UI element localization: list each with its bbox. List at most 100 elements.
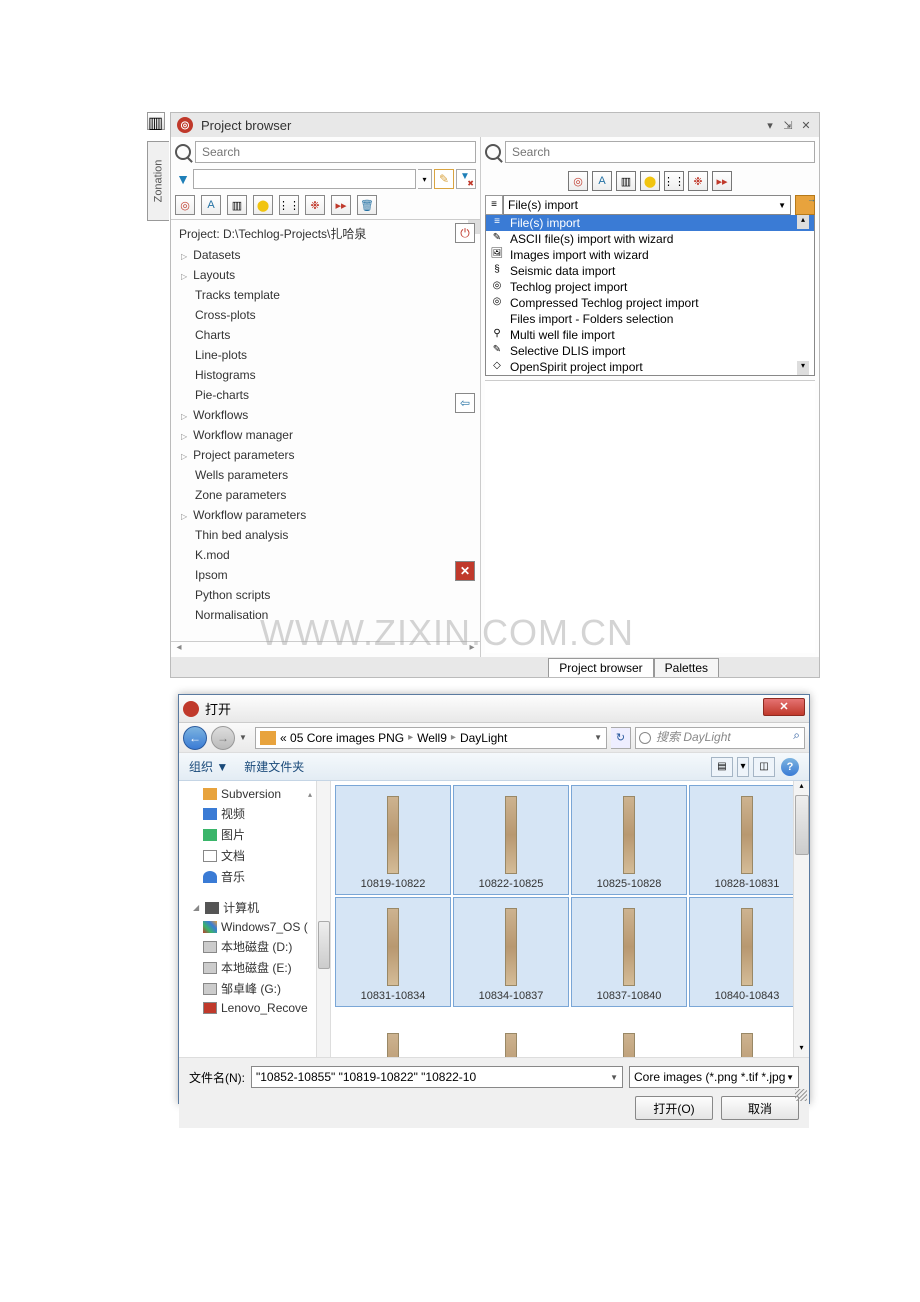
python-icon[interactable]: ⬤ — [640, 171, 660, 191]
file-thumbnail[interactable]: 10840-10843 — [689, 897, 805, 1007]
tree-item[interactable]: Histograms — [171, 365, 480, 385]
tree-item[interactable]: Python scripts — [171, 585, 480, 605]
tree-item[interactable]: Ipsom — [171, 565, 480, 585]
tree-item[interactable]: K.mod — [171, 545, 480, 565]
import-menu-item[interactable]: 🖼Images import with wizard — [486, 247, 814, 263]
folder-search-input[interactable]: 搜索 DayLight⌕ — [635, 727, 805, 749]
dialog-close-button[interactable]: ✕ — [763, 698, 805, 716]
power-icon[interactable]: ⏻ — [455, 223, 475, 243]
import-menu-item[interactable]: Files import - Folders selection — [486, 311, 814, 327]
tree-item[interactable]: Wells parameters — [171, 465, 480, 485]
techlog-icon[interactable]: ◎ — [568, 171, 588, 191]
file-scrollbar[interactable]: ▴ ▾ — [793, 781, 809, 1057]
import-menu-item[interactable]: ⚲Multi well file import — [486, 327, 814, 343]
techlog-icon[interactable]: ◎ — [175, 195, 195, 215]
tree-item[interactable]: Tracks template — [171, 285, 480, 305]
import-menu-item[interactable]: ✎ASCII file(s) import with wizard — [486, 231, 814, 247]
file-thumbnail[interactable]: 10834-10837 — [453, 897, 569, 1007]
filename-input[interactable]: "10852-10855" "10819-10822" "10822-10▼ — [251, 1066, 623, 1088]
dock-toggle-button[interactable]: ▥ — [147, 112, 165, 130]
tree-scroll-right[interactable]: ▸ — [464, 642, 480, 657]
log-view-icon[interactable]: ▥ — [227, 195, 247, 215]
tree-item[interactable]: Workflow manager — [171, 425, 480, 445]
import-menu-item[interactable]: ◎Techlog project import — [486, 279, 814, 295]
file-thumbnail[interactable] — [571, 1009, 687, 1057]
core-icon[interactable]: ❉ — [688, 171, 708, 191]
close-import-button[interactable]: ✕ — [455, 561, 475, 581]
tree-item[interactable]: Normalisation — [171, 605, 480, 625]
tree-item[interactable]: Charts — [171, 325, 480, 345]
expand-icon[interactable]: ▸▸ — [712, 171, 732, 191]
view-mode-button[interactable]: ▤ — [711, 757, 733, 777]
tree-item[interactable]: Project parameters — [171, 445, 480, 465]
project-search-input[interactable] — [195, 141, 476, 163]
well-icon[interactable]: A — [201, 195, 221, 215]
file-type-filter[interactable]: Core images (*.png *.tif *.jpg▼ — [629, 1066, 799, 1088]
nav-forward-button[interactable]: → — [211, 726, 235, 750]
well-icon[interactable]: A — [592, 171, 612, 191]
tree-item[interactable]: Layouts — [171, 265, 480, 285]
tree-scroll-left[interactable]: ◂ — [171, 642, 187, 657]
file-thumbnail[interactable] — [689, 1009, 805, 1057]
file-thumbnail[interactable]: 10837-10840 — [571, 897, 687, 1007]
filter-edit-button[interactable]: ✎ — [434, 169, 454, 189]
tree-item[interactable]: Datasets — [171, 245, 480, 265]
preview-pane-button[interactable]: ◫ — [753, 757, 775, 777]
open-button[interactable]: 打开(O) — [635, 1096, 713, 1120]
tree-scrollbar[interactable] — [316, 781, 330, 1057]
new-folder-button[interactable]: 新建文件夹 — [244, 758, 304, 775]
cancel-button[interactable]: 取消 — [721, 1096, 799, 1120]
expand-icon[interactable]: ▸▸ — [331, 195, 351, 215]
menu-scroll-down[interactable]: ▾ — [797, 361, 809, 375]
file-thumbnail[interactable]: 10825-10828 — [571, 785, 687, 895]
refresh-button[interactable]: ↻ — [611, 727, 631, 749]
file-list[interactable]: 10819-1082210822-1082510825-1082810828-1… — [331, 781, 809, 1057]
back-arrow-icon[interactable]: ⇦ — [455, 393, 475, 413]
import-search-input[interactable] — [505, 141, 815, 163]
import-menu-item[interactable]: §Seismic data import — [486, 263, 814, 279]
filter-clear-button[interactable] — [456, 169, 476, 189]
import-menu-item[interactable]: ◇OpenSpirit project import — [486, 359, 814, 375]
import-menu-item[interactable]: ≡File(s) import — [486, 215, 814, 231]
help-button[interactable]: ? — [781, 758, 799, 776]
file-thumbnail[interactable]: 10831-10834 — [335, 897, 451, 1007]
address-breadcrumb[interactable]: « 05 Core images PNG▸ Well9▸ DayLight ▼ — [255, 727, 607, 749]
resize-grip[interactable] — [795, 1089, 807, 1101]
file-thumbnail[interactable] — [453, 1009, 569, 1057]
panel-menu-button[interactable]: ▾ — [763, 119, 777, 132]
filter-icon[interactable]: ▼ — [175, 171, 191, 187]
tree-item[interactable]: Thin bed analysis — [171, 525, 480, 545]
panel-close-button[interactable]: ✕ — [799, 119, 813, 132]
python-icon[interactable]: ⬤ — [253, 195, 273, 215]
tree-item[interactable]: Workflows — [171, 405, 480, 425]
tree-item[interactable]: Workflow parameters — [171, 505, 480, 525]
file-thumbnail[interactable]: 10819-10822 — [335, 785, 451, 895]
menu-scroll-up[interactable]: ▴ — [797, 215, 809, 229]
folder-tree[interactable]: Subversion▴ 视频 图片 文档 音乐 ◢计算机 Windows7_OS… — [179, 781, 331, 1057]
tree-item[interactable]: Line-plots — [171, 345, 480, 365]
project-browser-tab[interactable]: Project browser — [548, 658, 653, 677]
crossplot-icon[interactable]: ⋮⋮ — [279, 195, 299, 215]
tree-item[interactable]: Pie-charts — [171, 385, 480, 405]
delete-button[interactable]: 🗑 — [357, 195, 377, 215]
nav-history-dropdown[interactable]: ▼ — [239, 733, 251, 742]
tree-item[interactable]: Cross-plots — [171, 305, 480, 325]
import-menu-item[interactable]: ✎Selective DLIS import — [486, 343, 814, 359]
palettes-tab[interactable]: Palettes — [654, 658, 719, 677]
panel-pin-button[interactable]: ⇲ — [781, 119, 795, 132]
import-menu-item[interactable]: ◎Compressed Techlog project import — [486, 295, 814, 311]
log-view-icon[interactable]: ▥ — [616, 171, 636, 191]
zonation-tab[interactable]: Zonation — [147, 141, 169, 221]
file-thumbnail[interactable]: 10822-10825 — [453, 785, 569, 895]
project-tree[interactable]: ▴ Project: D:\Techlog-Projects\扎哈泉 Datas… — [171, 220, 480, 641]
filter-dropdown-button[interactable]: ▾ — [418, 169, 432, 189]
file-thumbnail[interactable]: 10828-10831 — [689, 785, 805, 895]
import-type-select[interactable]: File(s) import ▼ — [503, 195, 791, 215]
browse-folder-button[interactable] — [795, 195, 815, 215]
organize-menu[interactable]: 组织 ▼ — [189, 758, 228, 775]
view-dropdown-button[interactable]: ▾ — [737, 757, 749, 777]
tree-item[interactable]: Zone parameters — [171, 485, 480, 505]
project-root[interactable]: Project: D:\Techlog-Projects\扎哈泉 — [171, 222, 480, 245]
file-thumbnail[interactable] — [335, 1009, 451, 1057]
filter-input[interactable] — [193, 169, 416, 189]
